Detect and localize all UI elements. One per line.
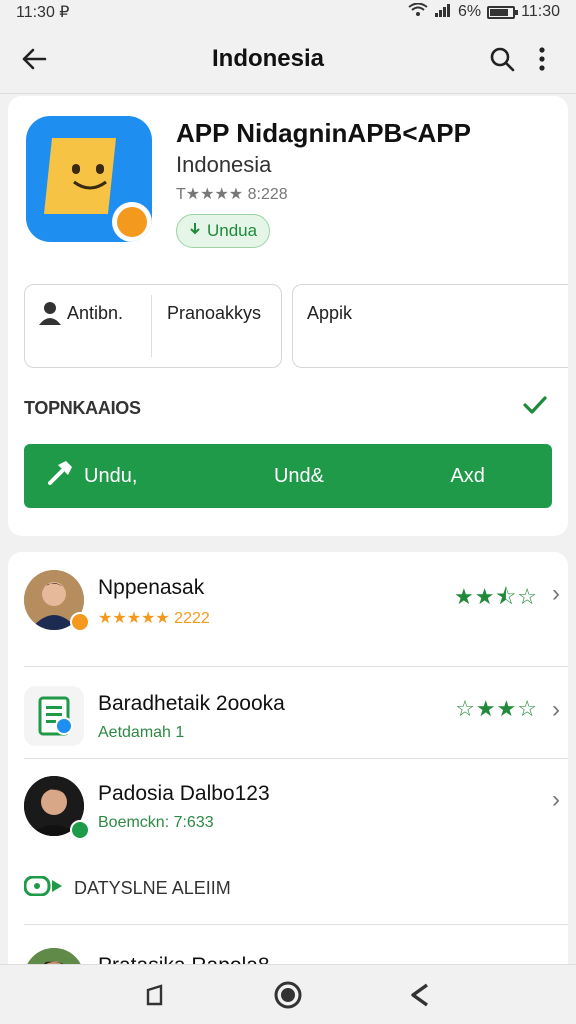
chevron-right-icon[interactable]: › [552, 786, 560, 814]
action-seg-3[interactable]: Axd [383, 465, 552, 488]
app-name: APP NidagninAPB<APP [176, 118, 471, 148]
chevron-right-icon[interactable]: › [552, 696, 560, 724]
status-time-right: 11:30 [521, 3, 560, 20]
app-detail-card: APP NidagninAPB<APP Indonesia T★★★★ 8:22… [8, 96, 568, 536]
action-bar: Undu, Und& Axd [24, 444, 552, 508]
hammer-icon [46, 459, 74, 493]
info-box-right-label: Pranoakkys [167, 303, 262, 323]
info-box2-label: Appik [307, 303, 353, 323]
rating-stars: ☆★★☆ [455, 696, 538, 721]
subsection-header: DATYSLNE ALEIIM [23, 875, 231, 901]
action-seg-1[interactable]: Undu, [24, 459, 215, 493]
info-box-left[interactable]: Antibn. Pranoakkys [24, 284, 282, 368]
info-box-right[interactable]: Appik [292, 284, 568, 368]
wifi-icon [408, 2, 428, 22]
list-item-title: Nppenasak [98, 576, 205, 599]
back-nav-icon[interactable] [400, 975, 440, 1015]
section-label: TOPNKAAIOS [24, 398, 141, 418]
download-button[interactable]: Undua [176, 214, 271, 248]
download-icon [189, 221, 201, 241]
battery-percent: 6% [458, 3, 482, 20]
app-rating: T★★★★ 8:228 [176, 186, 288, 203]
signal-icon [434, 3, 452, 22]
list-item-sub: ★★★★★ 2222 [98, 610, 210, 627]
check-icon[interactable] [522, 394, 548, 421]
recents-icon[interactable] [136, 975, 176, 1015]
search-icon[interactable] [482, 39, 522, 79]
back-arrow-icon[interactable] [14, 39, 54, 79]
status-time-left: 11:30 ₽ [16, 4, 70, 21]
system-nav-bar [0, 964, 576, 1024]
app-bar: Indonesia [0, 24, 576, 94]
info-box-left-label: Antibn. [67, 303, 124, 323]
status-bar: 11:30 ₽ 6% 11:30 [0, 0, 576, 24]
person-icon [39, 301, 61, 330]
list-item[interactable]: Nppenasak ★★★★★ 2222 ★★⯪☆ › [8, 552, 568, 648]
page-title: Indonesia [211, 44, 325, 72]
subsection-label: DATYSLNE ALEIIM [74, 878, 231, 898]
list-item-sub: Boemckn: 7:633 [98, 814, 214, 831]
list-item-title: Baradhetaik 2oooka [98, 692, 285, 715]
list-item-title: Padosia Dalbo123 [98, 782, 270, 805]
home-icon[interactable] [268, 975, 308, 1015]
list-item[interactable]: Baradhetaik 2oooka Aetdamah 1 ☆★★☆ › [8, 668, 568, 764]
rating-stars: ★★⯪☆ [453, 584, 538, 609]
chevron-right-icon[interactable]: › [552, 580, 560, 608]
action-seg-2[interactable]: Und& [215, 465, 384, 488]
document-app-icon [24, 686, 84, 746]
more-vert-icon[interactable] [522, 39, 562, 79]
app-icon[interactable] [26, 116, 152, 242]
app-list-card: Nppenasak ★★★★★ 2222 ★★⯪☆ › Baradhetaik … [8, 552, 568, 992]
list-item-sub: Aetdamah 1 [98, 724, 185, 741]
battery-icon [487, 5, 519, 19]
list-item[interactable]: Padosia Dalbo123 Boemckn: 7:633 › [8, 758, 568, 854]
chat-icon [23, 875, 64, 901]
app-subtitle: Indonesia [176, 152, 272, 177]
app-badge-icon [112, 202, 152, 242]
